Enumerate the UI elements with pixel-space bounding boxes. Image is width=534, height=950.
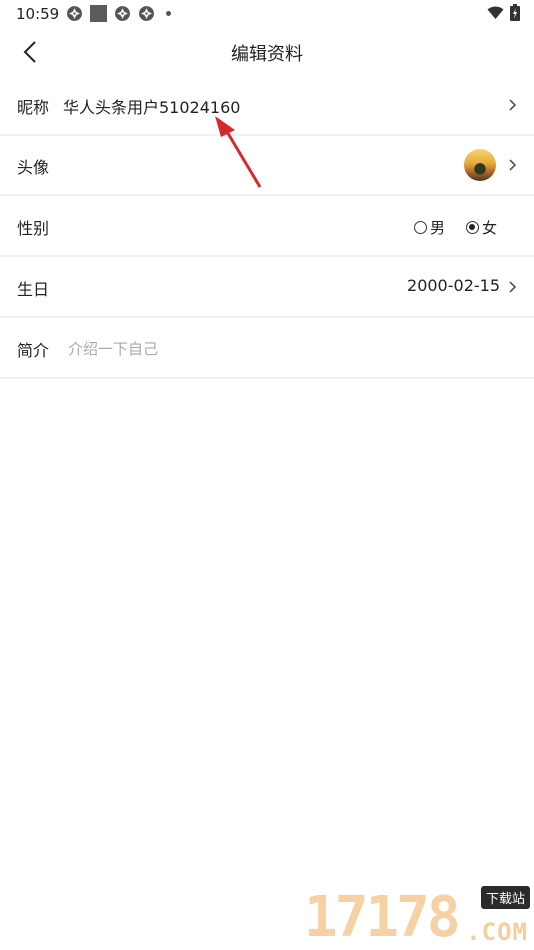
site-watermark: 17178 下载站 .COM xyxy=(304,886,530,950)
annotation-arrow xyxy=(215,116,262,188)
watermark-domain: .COM xyxy=(466,918,528,946)
watermark-site-label: 下载站 xyxy=(480,886,530,909)
watermark-digits: 17178 xyxy=(304,885,461,950)
